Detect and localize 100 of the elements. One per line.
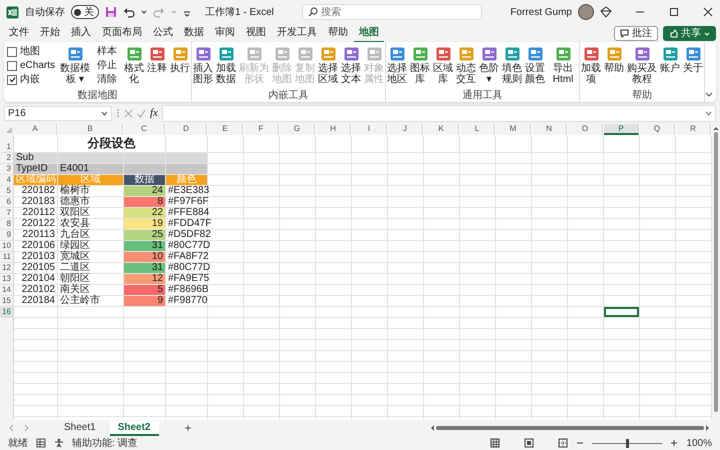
normal-view-icon[interactable]: [490, 438, 500, 448]
row-header[interactable]: 16: [0, 307, 14, 318]
horizontal-scrollbar[interactable]: [430, 425, 710, 431]
page-layout-icon[interactable]: [524, 438, 534, 448]
column-header[interactable]: R: [676, 124, 711, 135]
add-sheet-button[interactable]: +: [180, 421, 196, 435]
column-header[interactable]: G: [280, 124, 315, 135]
column-header[interactable]: H: [316, 124, 351, 135]
ribbon-tab[interactable]: 审阅: [210, 23, 240, 43]
zoom-in-icon[interactable]: [670, 439, 678, 447]
row-header[interactable]: 8: [0, 219, 14, 230]
column-header[interactable]: O: [568, 124, 603, 135]
slider-thumb[interactable]: [626, 438, 630, 448]
scroll-left-icon[interactable]: [430, 425, 434, 431]
ribbon-button[interactable]: 购买及教程: [627, 44, 658, 86]
close-icon[interactable]: [702, 6, 714, 18]
ribbon-button[interactable]: 色阶 ▾: [479, 44, 500, 86]
column-header[interactable]: M: [496, 124, 531, 135]
ribbon-button[interactable]: 区域库: [433, 44, 454, 86]
share-button[interactable]: 共享: [663, 26, 716, 40]
name-box[interactable]: P16: [4, 106, 112, 120]
column-header[interactable]: J: [388, 124, 423, 135]
vertical-scrollbar[interactable]: [712, 124, 720, 420]
row-header[interactable]: 9: [0, 230, 14, 241]
ribbon-tab[interactable]: 文件: [4, 23, 34, 43]
ribbon-button[interactable]: 导出Html: [548, 44, 578, 86]
column-header[interactable]: L: [460, 124, 495, 135]
ribbon-button[interactable]: 样本: [95, 45, 120, 58]
column-header[interactable]: I: [352, 124, 387, 135]
ribbon-button[interactable]: 停止: [95, 59, 120, 72]
row-header[interactable]: 7: [0, 208, 14, 219]
checkbox-label[interactable]: eCharts: [20, 59, 56, 72]
ribbon-button[interactable]: 图标库: [410, 44, 430, 86]
ribbon-button[interactable]: 账户: [660, 44, 680, 75]
row-header[interactable]: 13: [0, 274, 14, 285]
ribbon-button[interactable]: 设置颜色: [525, 44, 546, 86]
ribbon-tab[interactable]: 数据: [179, 23, 209, 43]
ribbon-tab[interactable]: 页面布局: [97, 23, 147, 43]
scroll-right-icon[interactable]: [706, 425, 710, 431]
zoom-level[interactable]: 100%: [686, 438, 712, 448]
ribbon-tab[interactable]: 帮助: [323, 23, 353, 43]
sheet-tab[interactable]: Sheet1: [56, 420, 104, 436]
ribbon-button[interactable]: 加载数据: [216, 44, 236, 86]
ribbon-button[interactable]: 选择地区: [387, 44, 408, 86]
insert-function-button[interactable]: fx: [150, 107, 158, 119]
ribbon-tab[interactable]: 视图: [241, 23, 271, 43]
column-header[interactable]: A: [14, 124, 57, 135]
row-header[interactable]: 4: [0, 175, 14, 186]
checkbox-label[interactable]: 地图: [20, 45, 40, 58]
sheet-tab[interactable]: Sheet2: [110, 420, 158, 436]
row-header[interactable]: 12: [0, 263, 14, 274]
maximize-icon[interactable]: [668, 6, 680, 18]
formula-input[interactable]: [162, 104, 716, 122]
column-header[interactable]: C: [124, 124, 165, 135]
checkbox-label[interactable]: 内嵌: [20, 73, 40, 86]
ribbon-tab[interactable]: 公式: [148, 23, 178, 43]
undo-icon[interactable]: [123, 6, 135, 18]
ribbon-button[interactable]: 插入图形: [193, 44, 214, 86]
checkbox[interactable]: [7, 74, 17, 84]
search-field[interactable]: 搜索: [302, 4, 482, 20]
ribbon-button[interactable]: 动态交互: [456, 44, 476, 86]
accessibility-status[interactable]: 辅助功能: 调查: [72, 436, 138, 450]
row-header[interactable]: 6: [0, 197, 14, 208]
row-header[interactable]: 15: [0, 296, 14, 307]
column-header[interactable]: Q: [640, 124, 675, 135]
ribbon-button[interactable]: 格式化: [124, 44, 144, 86]
row-header[interactable]: 2: [0, 153, 14, 164]
column-header[interactable]: P: [604, 124, 639, 135]
diamond-icon[interactable]: [600, 6, 612, 18]
column-header[interactable]: E: [208, 124, 243, 135]
save-icon[interactable]: [105, 6, 117, 18]
ribbon-tab[interactable]: 插入: [66, 23, 96, 43]
ribbon-button[interactable]: 注释: [147, 44, 168, 75]
accessibility-icon[interactable]: [54, 438, 64, 448]
ribbon-button[interactable]: 选择文本: [341, 44, 362, 86]
row-header[interactable]: 5: [0, 186, 14, 197]
ribbon-button[interactable]: 执行: [170, 44, 190, 75]
column-header[interactable]: N: [532, 124, 567, 135]
ribbon-button[interactable]: 帮助: [604, 44, 624, 75]
ribbon-button[interactable]: 关于: [683, 44, 704, 75]
ribbon-button[interactable]: 选择区域: [318, 44, 338, 86]
comments-button[interactable]: 批注: [614, 26, 658, 40]
ribbon-tab[interactable]: 开发工具: [272, 23, 322, 43]
expand-icon[interactable]: [705, 110, 712, 116]
ribbon-tab[interactable]: 开始: [35, 23, 65, 43]
checkbox[interactable]: [7, 46, 17, 56]
collapse-icon[interactable]: [705, 91, 714, 99]
ribbon-button[interactable]: 加载项: [581, 44, 602, 86]
row-header[interactable]: 11: [0, 252, 14, 263]
ribbon-button[interactable]: 数据模板 ▾: [60, 44, 90, 86]
check-icon[interactable]: [137, 108, 146, 118]
row-header[interactable]: 10: [0, 241, 14, 252]
row-header[interactable]: 3: [0, 164, 14, 175]
user-avatar[interactable]: [578, 4, 594, 20]
page-break-icon[interactable]: [558, 438, 568, 448]
column-header[interactable]: F: [244, 124, 279, 135]
column-header[interactable]: K: [424, 124, 459, 135]
sheet-stats-icon[interactable]: [36, 438, 46, 448]
column-header[interactable]: D: [166, 124, 207, 135]
checkbox[interactable]: [7, 60, 17, 70]
